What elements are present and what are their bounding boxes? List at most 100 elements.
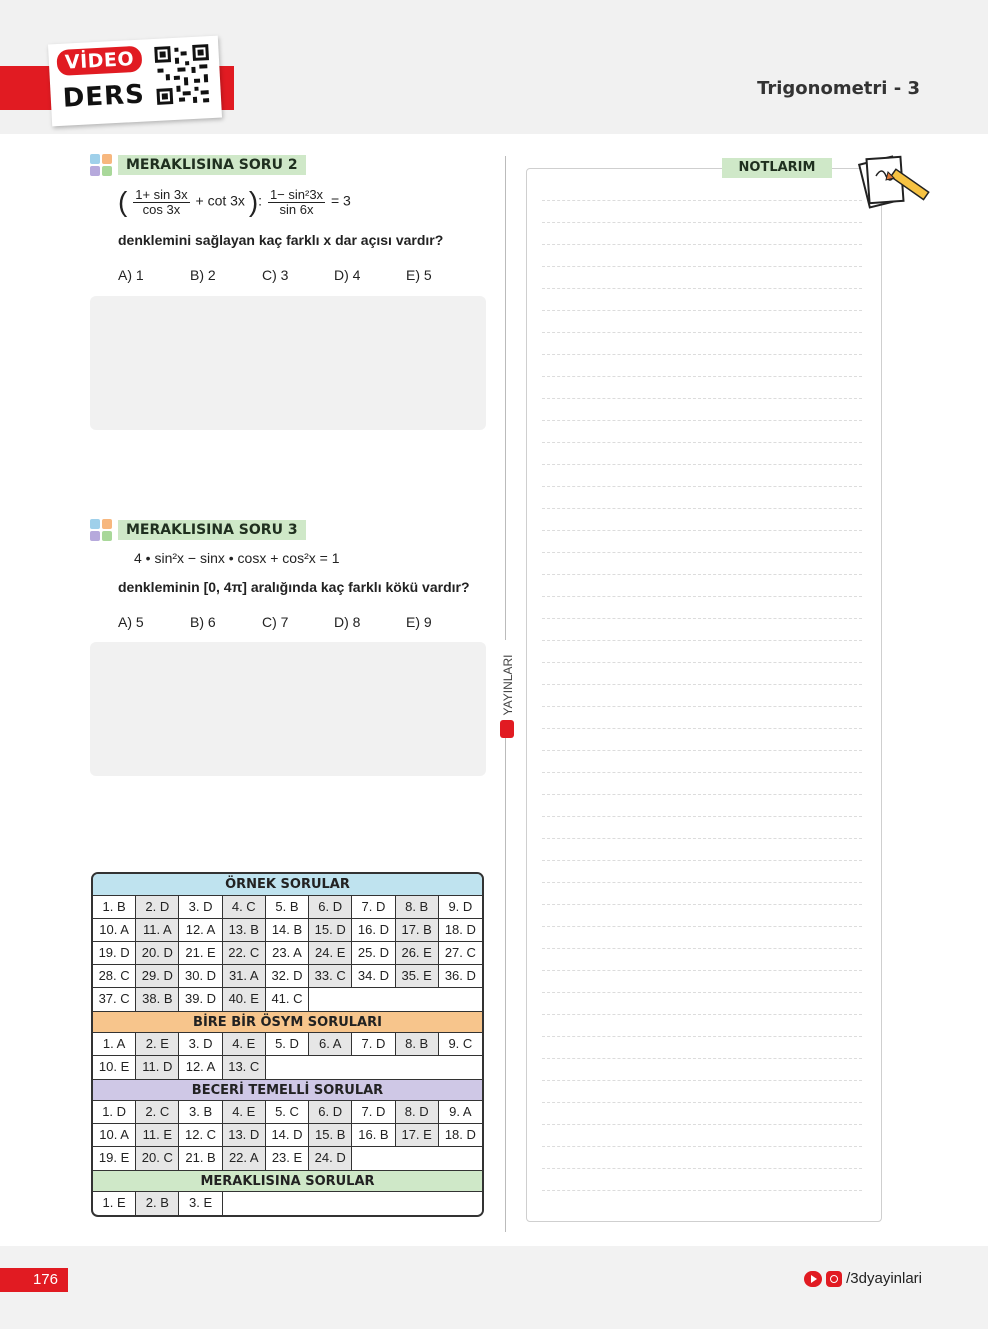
answer-key-cell: 8. B	[395, 1033, 439, 1055]
answer-key-empty-cell	[438, 988, 482, 1011]
answer-key-row: 19. D 20. D 21. E 22. C 23. A 24. E 25. D 26. E…	[93, 942, 482, 965]
note-line	[542, 530, 862, 531]
answer-key-row: 1. E 2. B 3. E	[93, 1192, 482, 1215]
answer-key-cell: 29. D	[136, 965, 180, 987]
note-line	[542, 1124, 862, 1125]
fraction-2: 1− sin²3x sin 6x	[267, 186, 326, 217]
question-3-label: MERAKLISINA SORU 3	[118, 520, 306, 540]
option-a[interactable]: A) 1	[118, 267, 190, 283]
answer-key-cell: 11. A	[136, 919, 180, 941]
answer-key-row: 10. E 11. D 12. A 13. C	[93, 1056, 482, 1079]
topic-title: Trigonometri - 3	[757, 78, 920, 99]
answer-key-cell: 2. B	[136, 1192, 180, 1215]
answer-key-empty-cell	[265, 1056, 310, 1079]
answer-key-cell: 23. A	[266, 942, 310, 964]
question-2-text: denklemini sağlayan kaç farklı x dar açı…	[118, 232, 444, 248]
answer-key-cell: 34. D	[352, 965, 396, 987]
answer-key-cell: 1. E	[93, 1192, 137, 1215]
note-line	[542, 640, 862, 641]
fraction-1-denominator: cos 3x	[142, 201, 181, 217]
answer-key-empty-cell	[309, 988, 353, 1011]
qr-code-icon[interactable]	[152, 42, 214, 107]
answer-key-cell: 2. C	[136, 1101, 180, 1123]
note-line	[542, 1102, 862, 1103]
question-2-label: MERAKLISINA SORU 2	[118, 155, 306, 175]
answer-key-cell: 12. C	[179, 1124, 223, 1146]
answer-key-cell: 8. D	[395, 1101, 439, 1123]
note-line	[542, 816, 862, 817]
note-line	[542, 332, 862, 333]
notes-panel[interactable]	[526, 168, 882, 1222]
answer-key-cell: 9. C	[448, 1036, 473, 1051]
note-line	[542, 728, 862, 729]
note-line	[542, 1036, 862, 1037]
meraklisina-rows: 1. E 2. B 3. E	[93, 1192, 482, 1215]
beceri-header: BECERİ TEMELLİ SORULAR	[93, 1079, 482, 1101]
cot-term: + cot 3x	[195, 192, 245, 209]
option-d[interactable]: D) 8	[334, 614, 406, 630]
answer-key-cell: 17. E	[395, 1124, 439, 1146]
note-line	[542, 904, 862, 905]
note-line	[542, 970, 862, 971]
option-d[interactable]: D) 4	[334, 267, 406, 283]
answer-key-cell: 1. A	[93, 1033, 137, 1055]
youtube-icon[interactable]	[804, 1270, 823, 1287]
answer-key-cell: 3. D	[179, 1033, 223, 1055]
answer-key-cell: 6. D	[309, 1101, 353, 1123]
option-c[interactable]: C) 7	[262, 614, 334, 630]
answer-key-empty-cell	[395, 988, 439, 1011]
answer-key-empty-cell	[352, 988, 396, 1011]
answer-key-cell: 5. C	[266, 1101, 310, 1123]
grid-icon	[90, 519, 112, 541]
answer-key-cell: 14. D	[266, 1124, 310, 1146]
option-b[interactable]: B) 6	[190, 614, 262, 630]
note-line	[542, 266, 862, 267]
answer-key-empty-cell	[309, 1192, 353, 1215]
option-e[interactable]: E) 5	[406, 267, 478, 283]
publisher-logo-icon	[500, 720, 514, 738]
fraction-1: 1+ sin 3x cos 3x	[133, 187, 190, 217]
answer-key-cell: 28. C	[93, 965, 137, 987]
answer-key-cell: 4. E	[222, 1101, 266, 1123]
social-handle[interactable]: /3dyayinlari	[846, 1270, 922, 1287]
publisher-vertical-text: YAYINLARI	[501, 640, 515, 730]
social-links[interactable]: /3dyayinlari	[804, 1270, 922, 1287]
answer-key-row: 1. B 2. D 3. D 4. C 5. B 6. D 7. D 8. B 9. D	[93, 896, 482, 919]
note-line	[542, 860, 862, 861]
answer-key-cell: 32. D	[266, 965, 310, 987]
option-c[interactable]: C) 3	[262, 267, 334, 283]
answer-key-cell: 2. E	[136, 1033, 180, 1055]
answer-key-cell: 11. E	[136, 1124, 180, 1146]
option-b[interactable]: B) 2	[190, 267, 262, 283]
note-line	[542, 552, 862, 553]
answer-key-cell: 38. B	[136, 988, 180, 1011]
answer-key-cell: 35. E	[395, 965, 439, 987]
note-line	[542, 794, 862, 795]
note-line	[542, 442, 862, 443]
answer-key-cell: 15. B	[309, 1124, 353, 1146]
answer-key-cell: 10. A	[93, 1124, 137, 1146]
note-line	[542, 376, 862, 377]
video-ders-badge[interactable]: VİDEO DERS	[47, 35, 223, 127]
answer-key-row: 1. D 2. C 3. B 4. E 5. C 6. D 7. D 8. D 9. A	[93, 1101, 482, 1124]
note-line	[542, 398, 862, 399]
instagram-icon[interactable]	[826, 1270, 843, 1287]
answer-key-cell: 25. D	[352, 942, 396, 964]
answer-key-cell: 8. B	[395, 896, 439, 918]
answer-key-cell: 9. D	[448, 899, 473, 914]
page-number: 176	[0, 1268, 68, 1292]
answer-key-cell: 3. D	[179, 896, 223, 918]
note-line	[542, 662, 862, 663]
answer-key-empty-cell	[265, 1192, 310, 1215]
footer-band	[0, 1246, 988, 1329]
answer-key-cell: 24. D	[309, 1147, 353, 1170]
option-a[interactable]: A) 5	[118, 614, 190, 630]
video-label: VİDEO	[56, 45, 143, 77]
fraction-2-numerator: 1− sin²3x	[267, 186, 326, 203]
answer-key-cell: 30. D	[179, 965, 223, 987]
note-line	[542, 948, 862, 949]
option-e[interactable]: E) 9	[406, 614, 478, 630]
note-line	[542, 1190, 862, 1191]
answer-key-cell: 23. E	[266, 1147, 310, 1170]
note-line	[542, 574, 862, 575]
